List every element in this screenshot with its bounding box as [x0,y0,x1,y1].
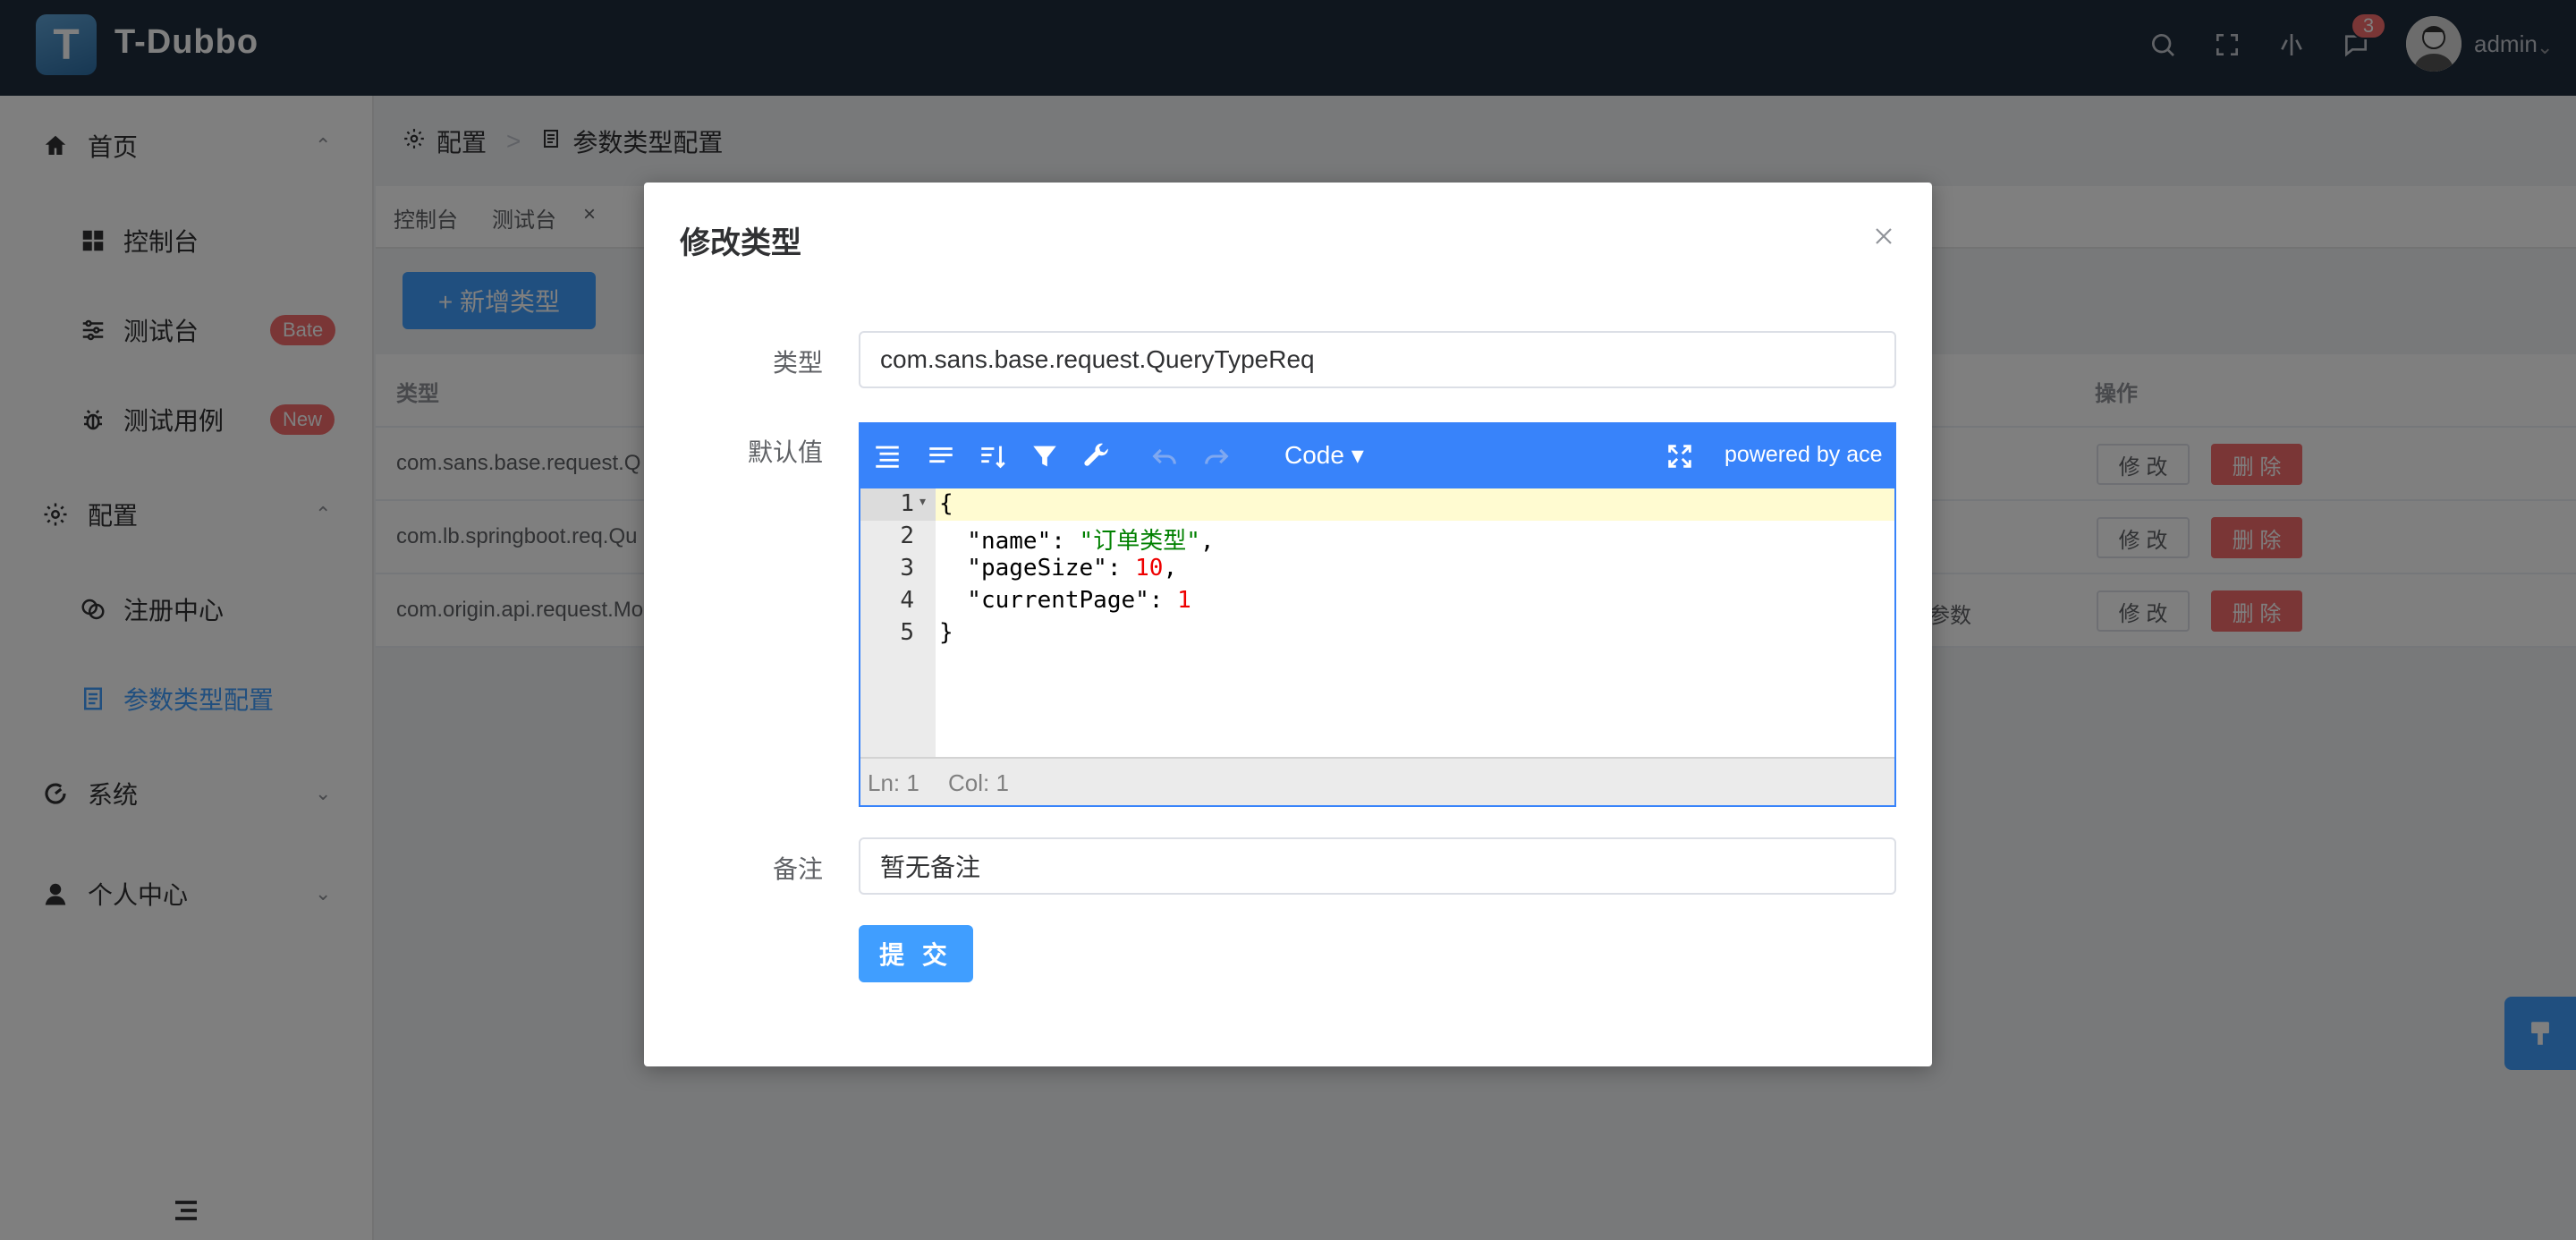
format-icon[interactable] [871,440,903,472]
filter-icon[interactable] [1029,440,1061,472]
fold-icon[interactable]: ▾ [919,494,926,509]
type-input[interactable]: com.sans.base.request.QueryTypeReq [859,331,1896,388]
type-label: 类型 [772,349,823,377]
sort-icon[interactable] [977,440,1009,472]
line-number: 1 [900,490,914,517]
line-number: 2 [900,522,914,549]
editor-content[interactable]: { "name": "订单类型", "pageSize": 10, "curre… [936,488,1894,757]
active-line-highlight [936,488,1894,521]
mode-select[interactable]: Code ▾ [1284,440,1364,470]
default-value-label: 默认值 [747,438,823,466]
close-icon[interactable] [1869,222,1898,251]
json-editor[interactable]: Code ▾ powered by ace 1 ▾ 2 3 4 5 { "nam… [859,422,1896,807]
line-number: 5 [900,619,914,646]
compact-icon[interactable] [925,440,957,472]
code-line: "pageSize": 10, [939,555,1178,582]
redo-icon[interactable] [1200,440,1233,472]
editor-gutter: 1 ▾ 2 3 4 5 [860,488,936,757]
expand-icon[interactable] [1664,440,1696,472]
powered-by-link[interactable]: powered by ace [1724,442,1883,468]
line-number: 3 [900,555,914,582]
code-line: "currentPage": 1 [939,587,1191,614]
remark-input[interactable]: 暂无备注 [859,837,1896,895]
dialog-title: 修改类型 [680,226,801,260]
status-line: Ln: 1 [868,769,919,796]
undo-icon[interactable] [1148,440,1181,472]
code-line: { [939,490,953,517]
code-line: "name": "订单类型", [939,528,1215,555]
editor-statusbar: Ln: 1 Col: 1 [860,757,1894,805]
editor-toolbar: Code ▾ powered by ace [860,424,1894,488]
status-col: Col: 1 [948,769,1009,796]
code-line: } [939,619,953,646]
line-number: 4 [900,587,914,614]
remark-label: 备注 [772,855,823,883]
wrench-icon[interactable] [1080,440,1113,472]
edit-type-dialog: 修改类型 类型 com.sans.base.request.QueryTypeR… [644,183,1932,1066]
submit-button[interactable]: 提 交 [859,925,973,982]
